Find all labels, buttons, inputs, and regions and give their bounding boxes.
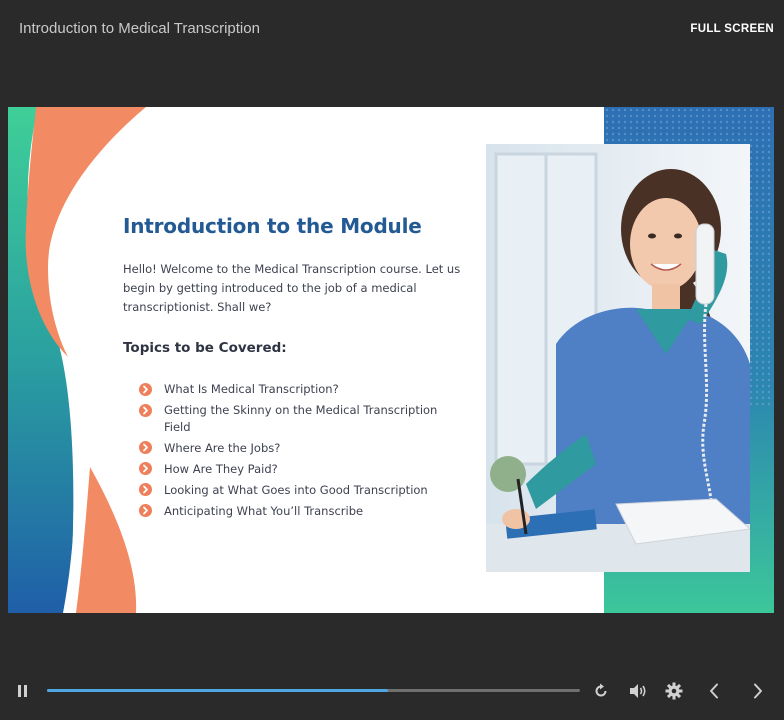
chevron-right-circle-icon (139, 403, 152, 417)
progress-bar-fill (47, 689, 389, 692)
chevron-right-circle-icon (139, 441, 152, 454)
list-item: Looking at What Goes into Good Transcrip… (139, 482, 449, 499)
chevron-right-circle-icon (139, 462, 152, 475)
topics-heading: Topics to be Covered: (123, 340, 287, 356)
full-screen-button[interactable]: FULL SCREEN (690, 23, 774, 35)
previous-slide-icon[interactable] (706, 682, 722, 700)
settings-gear-icon[interactable] (665, 682, 683, 700)
list-item: How Are They Paid? (139, 461, 449, 478)
course-title: Introduction to Medical Transcription (19, 20, 260, 37)
topic-text: What Is Medical Transcription? (164, 382, 339, 396)
list-item: Where Are the Jobs? (139, 440, 449, 457)
pause-icon[interactable] (16, 683, 30, 699)
slide-title: Introduction to the Module (123, 214, 422, 238)
list-item: Getting the Skinny on the Medical Transc… (139, 402, 449, 435)
intro-paragraph: Hello! Welcome to the Medical Transcript… (123, 262, 461, 314)
chevron-right-circle-icon (139, 483, 152, 496)
topic-text: Looking at What Goes into Good Transcrip… (164, 482, 428, 497)
topic-text: How Are They Paid? (164, 461, 278, 476)
progress-bar[interactable] (47, 689, 580, 692)
topic-text: Anticipating What You’ll Transcribe (164, 503, 364, 518)
player-header: Introduction to Medical Transcription FU… (0, 0, 784, 58)
replay-icon[interactable] (592, 682, 610, 700)
left-wave-decoration (8, 107, 158, 613)
next-slide-icon[interactable] (750, 682, 766, 700)
slide-canvas: Introduction to the Module Hello! Welcom… (8, 107, 774, 613)
chevron-right-circle-icon (139, 382, 152, 396)
volume-icon[interactable] (628, 682, 648, 700)
nurse-on-phone-photo (486, 144, 750, 572)
topic-text: Getting the Skinny on the Medical Transc… (164, 403, 438, 434)
topics-list: What Is Medical Transcription? Getting t… (139, 381, 449, 524)
list-item: Anticipating What You’ll Transcribe (139, 503, 449, 520)
chevron-right-circle-icon (139, 504, 152, 517)
list-item: What Is Medical Transcription? (139, 381, 449, 398)
topic-text: Where Are the Jobs? (164, 440, 281, 455)
player-controls (0, 672, 784, 712)
